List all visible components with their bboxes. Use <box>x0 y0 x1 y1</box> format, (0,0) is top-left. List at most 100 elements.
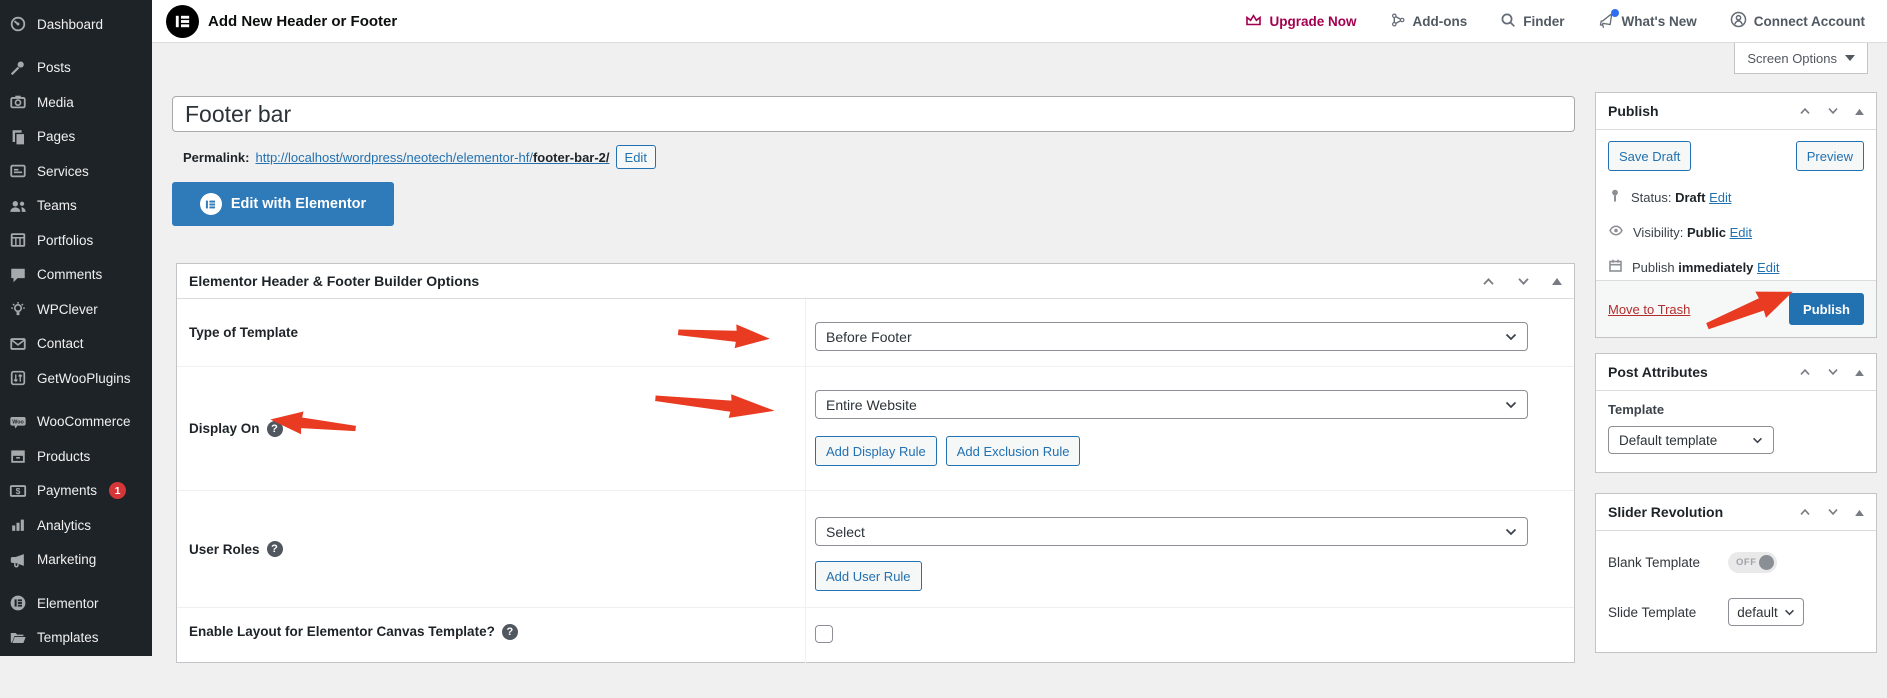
sidebar-item-marketing[interactable]: Marketing <box>0 543 152 578</box>
display-on-help-icon[interactable]: ? <box>267 421 283 437</box>
move-down-icon[interactable] <box>1517 277 1530 286</box>
ehf-options-metabox: Elementor Header & Footer Builder Option… <box>176 263 1575 663</box>
permalink-link[interactable]: http://localhost/wordpress/neotech/eleme… <box>255 150 609 165</box>
collapse-toggle-icon[interactable] <box>1855 108 1864 115</box>
sidebar-item-teams[interactable]: Teams <box>0 189 152 224</box>
sidebar-item-services[interactable]: Services <box>0 154 152 189</box>
sidebar-item-getwooplugins[interactable]: GetWooPlugins <box>0 361 152 396</box>
save-draft-button[interactable]: Save Draft <box>1608 141 1691 171</box>
add-user-rule-button[interactable]: Add User Rule <box>815 561 922 591</box>
display-on-label: Display On <box>189 421 260 436</box>
display-on-select[interactable]: Entire Website <box>815 390 1528 419</box>
user-roles-help-icon[interactable]: ? <box>267 541 283 557</box>
post-attributes-panel: Post Attributes Template Default templat… <box>1595 353 1877 473</box>
search-icon <box>1500 12 1516 31</box>
chevron-down-icon <box>1845 55 1855 61</box>
whats-new-button[interactable]: What's New <box>1598 13 1697 29</box>
collapse-toggle-icon[interactable] <box>1855 509 1864 516</box>
calendar-icon <box>1608 258 1623 276</box>
top-bar-actions: Upgrade Now Add-ons Finder What's New Co… <box>1245 11 1865 31</box>
megaphone-notification-icon <box>1598 13 1615 29</box>
blank-template-toggle[interactable]: OFF <box>1728 552 1777 573</box>
publish-button[interactable]: Publish <box>1789 293 1864 325</box>
woo-logo-icon: Woo <box>9 413 27 431</box>
move-up-icon[interactable] <box>1799 368 1811 376</box>
collapse-toggle-icon[interactable] <box>1552 277 1562 285</box>
sidebar-item-dashboard[interactable]: Dashboard <box>0 7 152 42</box>
move-to-trash-link[interactable]: Move to Trash <box>1608 302 1690 317</box>
sidebar-item-portfolios[interactable]: Portfolios <box>0 223 152 258</box>
edit-status-link[interactable]: Edit <box>1709 190 1731 205</box>
payments-count-badge: 1 <box>109 482 126 499</box>
user-roles-select[interactable]: Select <box>815 517 1528 546</box>
elementor-logo-icon <box>9 594 27 612</box>
sidebar-item-elementor[interactable]: Elementor <box>0 586 152 621</box>
collapse-toggle-icon[interactable] <box>1855 369 1864 376</box>
folder-icon <box>9 629 27 647</box>
bar-chart-icon <box>9 516 27 534</box>
sidebar-item-comments[interactable]: Comments <box>0 258 152 293</box>
publish-panel: Publish Save Draft Preview Status: Draft… <box>1595 92 1877 338</box>
sidebar-item-payments[interactable]: $ Payments 1 <box>0 474 152 509</box>
comment-bubble-icon <box>9 266 27 284</box>
sidebar-item-posts[interactable]: Posts <box>0 51 152 86</box>
upgrade-now-button[interactable]: Upgrade Now <box>1245 12 1356 31</box>
add-exclusion-rule-button[interactable]: Add Exclusion Rule <box>946 436 1081 466</box>
enable-canvas-layout-help-icon[interactable]: ? <box>502 624 518 640</box>
sidebar-item-analytics[interactable]: Analytics <box>0 508 152 543</box>
slide-template-select[interactable]: default <box>1728 598 1804 626</box>
pushpin-icon <box>9 59 27 77</box>
publishing-actions: Move to Trash Publish <box>1596 280 1876 337</box>
slide-template-label: Slide Template <box>1608 605 1728 620</box>
megaphone-icon <box>9 551 27 569</box>
lightbulb-icon <box>9 300 27 318</box>
sidebar-item-wpclever[interactable]: WPClever <box>0 292 152 327</box>
row-type-of-template: Type of Template Before Footer <box>177 299 1574 367</box>
edit-visibility-link[interactable]: Edit <box>1730 225 1752 240</box>
permalink-label: Permalink: <box>183 150 249 165</box>
sidebar-item-templates[interactable]: Templates <box>0 621 152 656</box>
post-attributes-title: Post Attributes <box>1608 364 1708 380</box>
edit-permalink-button[interactable]: Edit <box>616 145 656 169</box>
move-down-icon[interactable] <box>1827 508 1839 516</box>
sidebar-item-products[interactable]: Products <box>0 439 152 474</box>
move-up-icon[interactable] <box>1799 107 1811 115</box>
edit-with-elementor-button[interactable]: Edit with Elementor <box>172 182 394 226</box>
eye-icon <box>1608 223 1624 241</box>
move-up-icon[interactable] <box>1799 508 1811 516</box>
chevron-down-icon <box>1505 333 1517 341</box>
screen-options-tab[interactable]: Screen Options <box>1734 43 1868 74</box>
sidebar-item-pages[interactable]: Pages <box>0 120 152 155</box>
preview-button[interactable]: Preview <box>1796 141 1864 171</box>
page-title: Add New Header or Footer <box>208 13 397 30</box>
elementor-top-bar: Add New Header or Footer Upgrade Now Add… <box>152 0 1887 43</box>
post-title-input[interactable] <box>172 96 1575 132</box>
move-up-icon[interactable] <box>1482 277 1495 286</box>
metabox-title: Elementor Header & Footer Builder Option… <box>189 273 479 289</box>
envelope-icon <box>9 335 27 353</box>
permalink-row: Permalink: http://localhost/wordpress/ne… <box>183 145 656 169</box>
edit-schedule-link[interactable]: Edit <box>1757 260 1779 275</box>
metabox-header-controls <box>1482 277 1562 286</box>
chevron-down-icon <box>1784 609 1795 616</box>
enable-canvas-layout-checkbox[interactable] <box>815 625 833 643</box>
move-down-icon[interactable] <box>1827 368 1839 376</box>
wp-admin-menu: Dashboard Posts Media Pages Services Tea… <box>0 0 152 656</box>
sliders-icon <box>9 369 27 387</box>
grid-calendar-icon <box>9 231 27 249</box>
sidebar-item-woocommerce[interactable]: Woo WooCommerce <box>0 405 152 440</box>
template-select[interactable]: Default template <box>1608 426 1774 454</box>
card-icon <box>9 162 27 180</box>
connect-account-button[interactable]: Connect Account <box>1730 11 1865 31</box>
sidebar-item-media[interactable]: Media <box>0 85 152 120</box>
finder-button[interactable]: Finder <box>1500 12 1564 31</box>
people-icon <box>9 197 27 215</box>
type-of-template-select[interactable]: Before Footer <box>815 322 1528 351</box>
move-down-icon[interactable] <box>1827 107 1839 115</box>
pages-icon <box>9 128 27 146</box>
sidebar-item-contact[interactable]: Contact <box>0 327 152 362</box>
row-enable-canvas-layout: Enable Layout for Elementor Canvas Templ… <box>177 608 1574 698</box>
add-display-rule-button[interactable]: Add Display Rule <box>815 436 937 466</box>
box-icon <box>9 447 27 465</box>
add-ons-button[interactable]: Add-ons <box>1390 12 1468 31</box>
